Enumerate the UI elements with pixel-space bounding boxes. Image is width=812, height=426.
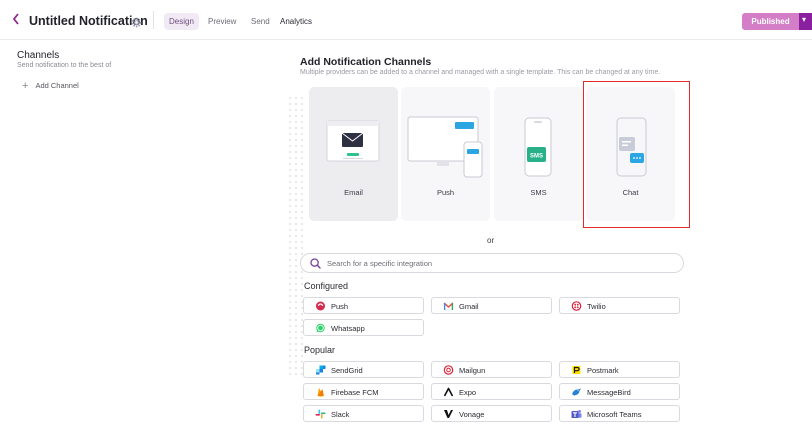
channel-label-chat: Chat: [622, 188, 639, 197]
configured-heading: Configured: [304, 281, 349, 291]
integration-label: Expo: [459, 387, 477, 397]
channel-card-sms[interactable]: SMS SMS: [494, 87, 583, 221]
integration-firebase-fcm[interactable]: Firebase FCM: [303, 383, 424, 400]
integration-label: Mailgun: [459, 365, 486, 375]
channel-card-chat[interactable]: Chat: [586, 87, 675, 221]
integration-label: Whatsapp: [331, 323, 365, 333]
integration-label: Slack: [331, 409, 350, 419]
email-illustration: [326, 120, 380, 162]
integration-expo[interactable]: Expo: [431, 383, 552, 400]
integration-mailgun[interactable]: Mailgun: [431, 361, 552, 378]
channel-label-push: Push: [436, 188, 455, 197]
search-icon: [310, 258, 321, 269]
firebase-icon: [317, 387, 324, 397]
channel-label-sms: SMS: [530, 188, 547, 197]
integration-microsoft-teams[interactable]: Microsoft Teams: [559, 405, 680, 422]
integration-label: SendGrid: [331, 365, 363, 375]
integration-label: Vonage: [459, 409, 485, 419]
chat-illustration: [616, 117, 647, 177]
channel-card-push[interactable]: Push: [401, 87, 490, 221]
popular-heading: Popular: [304, 345, 336, 355]
published-button[interactable]: Published: [742, 13, 799, 30]
add-channel-label: Add Channel: [35, 81, 79, 90]
or-separator: or: [487, 236, 495, 245]
integration-label: Gmail: [459, 301, 479, 311]
sms-illustration: SMS: [524, 117, 552, 177]
integration-postmark[interactable]: Postmark: [559, 361, 680, 378]
vonage-icon: [444, 410, 453, 418]
mailgun-icon: [443, 365, 454, 375]
chevron-left-icon[interactable]: [12, 13, 24, 27]
integration-whatsapp[interactable]: Whatsapp: [303, 319, 424, 336]
postmark-icon: [572, 366, 581, 374]
tab-design[interactable]: Design: [164, 13, 199, 30]
integration-label: Push: [331, 301, 349, 311]
tab-analytics[interactable]: Analytics: [275, 13, 317, 30]
tab-preview[interactable]: Preview: [203, 13, 241, 30]
integration-vonage[interactable]: Vonage: [431, 405, 552, 422]
top-bar: Untitled Notification Design Preview Sen…: [0, 0, 812, 40]
integration-label: Postmark: [587, 365, 619, 375]
expo-icon: [443, 387, 454, 397]
integration-sendgrid[interactable]: SendGrid: [303, 361, 424, 378]
integration-twilio[interactable]: Twilio: [559, 297, 680, 314]
gear-icon[interactable]: [131, 15, 142, 28]
tab-send[interactable]: Send: [246, 13, 275, 30]
integration-slack[interactable]: Slack: [303, 405, 424, 422]
gmail-icon: [443, 302, 454, 311]
chevron-down-icon: ▾: [802, 15, 807, 24]
integration-messagebird[interactable]: MessageBird: [559, 383, 680, 400]
header-divider: [153, 11, 154, 29]
add-channel-button[interactable]: + Add Channel: [22, 80, 79, 92]
svg-text:SMS: SMS: [530, 154, 543, 160]
integration-label: Twilio: [587, 301, 606, 311]
sidebar-title: Channels: [17, 50, 60, 61]
integration-label: MessageBird: [587, 387, 631, 397]
page-title: Untitled Notification: [29, 14, 148, 28]
slack-icon: [315, 409, 326, 419]
channel-label-email: Email: [344, 188, 363, 197]
plus-icon: +: [22, 80, 29, 92]
microsoft-teams-icon: [571, 410, 582, 418]
messagebird-icon: [572, 388, 581, 396]
integration-search[interactable]: [300, 253, 684, 273]
channel-card-email[interactable]: Email: [309, 87, 398, 221]
push-logo-icon: [316, 301, 325, 311]
integration-label: Firebase FCM: [331, 387, 379, 397]
publish-options-button[interactable]: ▾: [799, 13, 812, 30]
sidebar-subtitle: Send notification to the best of: [17, 62, 112, 69]
sendgrid-icon: [316, 365, 326, 375]
search-input[interactable]: [327, 257, 667, 269]
integration-push[interactable]: Push: [303, 297, 424, 314]
main-subtitle: Multiple providers can be added to a cha…: [300, 69, 661, 76]
main-title: Add Notification Channels: [300, 56, 432, 68]
push-illustration: [407, 116, 483, 178]
twilio-icon: [571, 301, 582, 311]
integration-label: Microsoft Teams: [587, 409, 642, 419]
integration-gmail[interactable]: Gmail: [431, 297, 552, 314]
whatsapp-icon: [316, 323, 325, 333]
